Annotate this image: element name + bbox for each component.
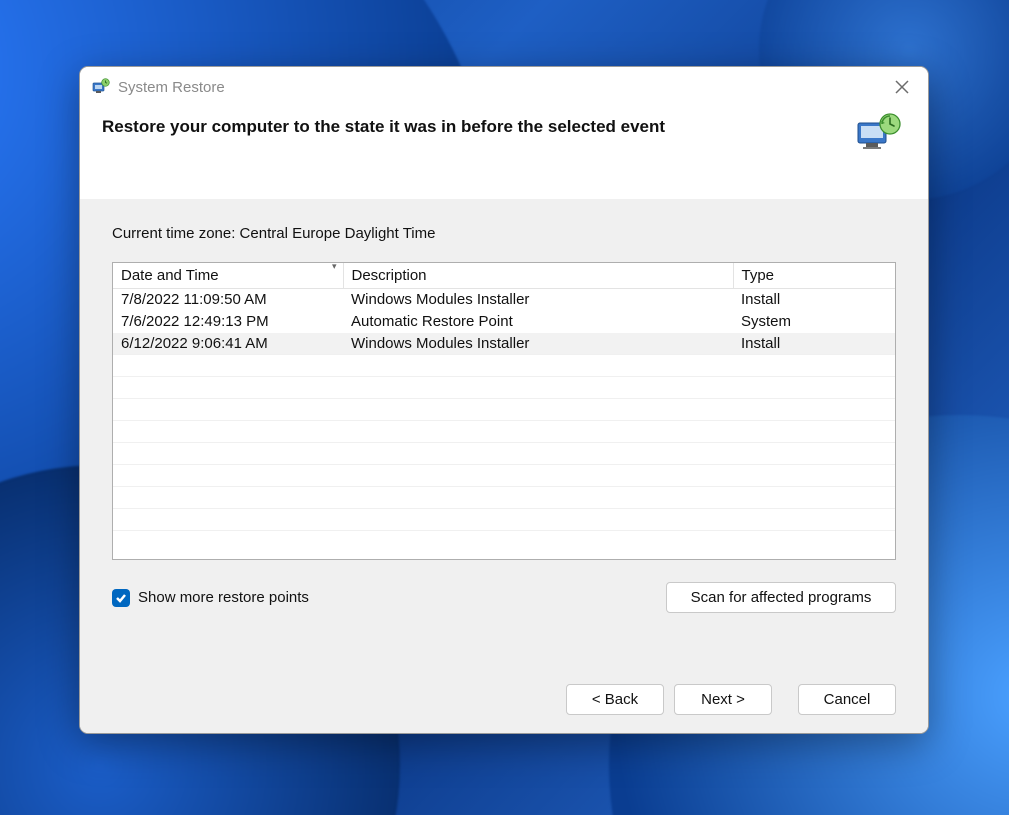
column-header-description[interactable]: Description: [343, 263, 733, 289]
empty-row: [113, 443, 895, 465]
table-cell: Automatic Restore Point: [343, 311, 733, 333]
restore-points-table[interactable]: Date and Time ▾ Description Type 7/8/202…: [112, 262, 896, 560]
table-cell: 7/8/2022 11:09:50 AM: [113, 289, 343, 311]
close-button[interactable]: [886, 71, 918, 103]
system-restore-window: System Restore Restore your computer to …: [79, 66, 929, 734]
column-header-label: Description: [352, 267, 427, 284]
page-heading: Restore your computer to the state it wa…: [102, 117, 846, 137]
empty-row: [113, 465, 895, 487]
column-header-label: Type: [742, 267, 775, 284]
empty-row: [113, 487, 895, 509]
cancel-button[interactable]: Cancel: [798, 684, 896, 715]
next-button[interactable]: Next >: [674, 684, 772, 715]
system-restore-icon: [92, 78, 110, 96]
wizard-footer: < Back Next > Cancel: [80, 670, 928, 733]
checkbox-label: Show more restore points: [138, 589, 309, 606]
checkbox-checked-icon: [112, 589, 130, 607]
table-row[interactable]: 7/8/2022 11:09:50 AMWindows Modules Inst…: [113, 289, 895, 311]
table-cell: System: [733, 311, 895, 333]
show-more-restore-points-checkbox[interactable]: Show more restore points: [112, 589, 309, 607]
window-title: System Restore: [118, 79, 225, 96]
sort-descending-icon: ▾: [332, 262, 337, 272]
column-header-datetime[interactable]: Date and Time ▾: [113, 263, 343, 289]
titlebar: System Restore: [80, 67, 928, 107]
back-button[interactable]: < Back: [566, 684, 664, 715]
empty-row: [113, 377, 895, 399]
empty-row: [113, 355, 895, 377]
column-header-label: Date and Time: [121, 267, 219, 284]
timezone-label: Current time zone: Central Europe Daylig…: [112, 225, 896, 242]
table-cell: Install: [733, 289, 895, 311]
wizard-header: Restore your computer to the state it wa…: [80, 107, 928, 199]
table-cell: Windows Modules Installer: [343, 289, 733, 311]
system-restore-large-icon: [856, 113, 902, 153]
empty-row: [113, 421, 895, 443]
table-cell: 7/6/2022 12:49:13 PM: [113, 311, 343, 333]
wizard-content: Current time zone: Central Europe Daylig…: [80, 199, 928, 670]
empty-row: [113, 531, 895, 553]
scan-affected-programs-button[interactable]: Scan for affected programs: [666, 582, 896, 613]
empty-row: [113, 399, 895, 421]
table-row[interactable]: 6/12/2022 9:06:41 AMWindows Modules Inst…: [113, 333, 895, 355]
table-cell: 6/12/2022 9:06:41 AM: [113, 333, 343, 355]
column-header-type[interactable]: Type: [733, 263, 895, 289]
table-cell: Windows Modules Installer: [343, 333, 733, 355]
table-cell: Install: [733, 333, 895, 355]
empty-row: [113, 509, 895, 531]
table-row[interactable]: 7/6/2022 12:49:13 PMAutomatic Restore Po…: [113, 311, 895, 333]
